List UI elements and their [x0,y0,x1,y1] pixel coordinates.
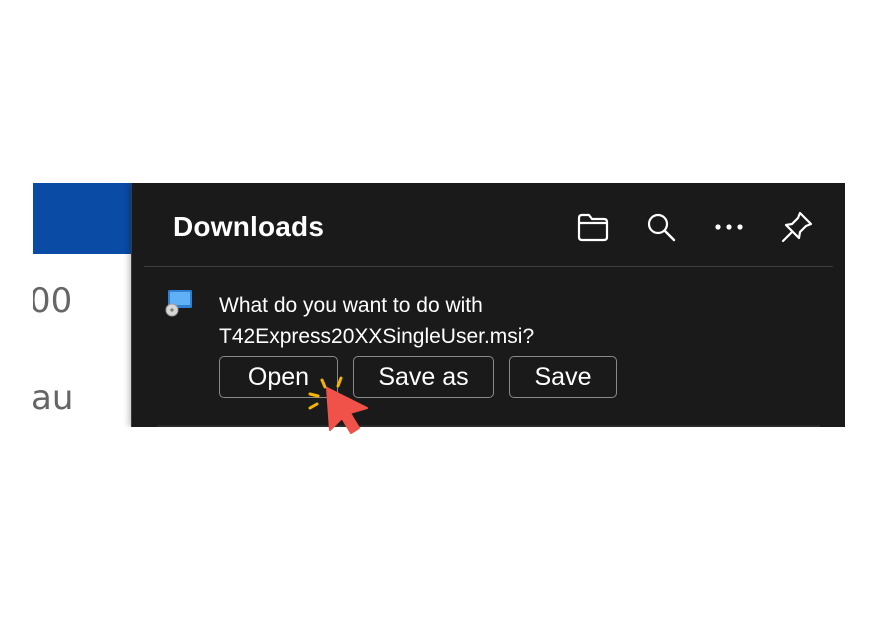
search-icon[interactable] [641,207,681,247]
screenshot-crop: 00 au Downloads What do you want to do w… [33,183,845,427]
header-divider [144,266,833,267]
open-button[interactable]: Open [219,356,338,398]
background-text-fragment: au [33,378,74,418]
downloads-panel: Downloads What do you want to do with T4… [131,183,845,427]
save-button[interactable]: Save [509,356,617,398]
download-actions: Open Save as Save [219,356,617,398]
background-banner [33,183,137,254]
download-file-name: T42Express20XXSingleUser.msi? [219,325,535,348]
folder-icon[interactable] [573,207,613,247]
background-page: 00 au [33,183,143,427]
pin-icon[interactable] [777,207,817,247]
panel-header-actions [573,207,817,247]
prompt-question: What do you want to do with [219,294,483,317]
panel-title: Downloads [173,211,325,242]
download-prompt: What do you want to do with T42Express20… [219,290,534,352]
save-as-button[interactable]: Save as [353,356,494,398]
panel-bottom-line [157,425,820,427]
background-text-fragment: 00 [33,281,73,321]
installer-file-icon [164,289,194,317]
more-options-icon[interactable] [709,207,749,247]
